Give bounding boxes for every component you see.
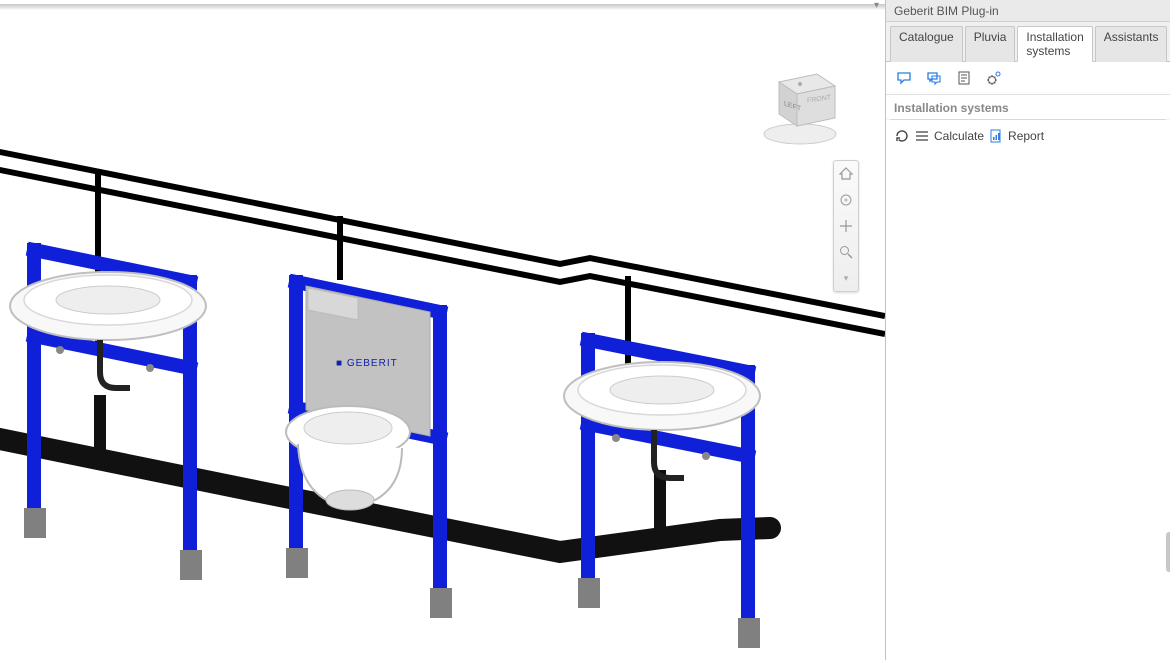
nav-pan-icon[interactable]	[837, 217, 855, 235]
navigation-bar: ▾	[833, 160, 859, 292]
nav-expand-icon[interactable]: ▾	[837, 269, 855, 287]
calculate-label: Calculate	[934, 129, 984, 143]
tab-assistants[interactable]: Assistants	[1095, 26, 1168, 62]
chat-icon[interactable]	[924, 68, 944, 88]
list-icon[interactable]	[914, 128, 930, 144]
viewport-3d[interactable]: ▾	[0, 0, 885, 660]
tab-catalogue[interactable]: Catalogue	[890, 26, 963, 62]
tab-pluvia[interactable]: Pluvia	[965, 26, 1016, 62]
section-header: Installation systems	[886, 95, 1170, 119]
page-icon[interactable]	[954, 68, 974, 88]
cistern-label: ■ GEBERIT	[336, 358, 398, 369]
panel-toolbar	[886, 62, 1170, 95]
scene-svg: ■ GEBERIT	[0, 0, 885, 660]
side-panel: Geberit BIM Plug-in Catalogue Pluvia Ins…	[885, 0, 1170, 660]
panel-tabs: Catalogue Pluvia Installation systems As…	[886, 22, 1170, 62]
comment-icon[interactable]	[894, 68, 914, 88]
settings-icon[interactable]	[984, 68, 1004, 88]
calculate-button[interactable]: Calculate	[934, 129, 984, 143]
panel-title: Geberit BIM Plug-in	[886, 0, 1170, 22]
report-label: Report	[1008, 129, 1044, 143]
nav-orbit-icon[interactable]	[837, 191, 855, 209]
report-button[interactable]: Report	[988, 128, 1044, 144]
action-row: Calculate Report	[886, 120, 1170, 152]
scrollbar-thumb[interactable]	[1166, 532, 1170, 572]
tab-installation-systems[interactable]: Installation systems	[1017, 26, 1092, 62]
panel-body	[886, 152, 1170, 660]
nav-home-icon[interactable]	[837, 165, 855, 183]
nav-zoom-icon[interactable]	[837, 243, 855, 261]
refresh-button[interactable]	[894, 128, 910, 144]
